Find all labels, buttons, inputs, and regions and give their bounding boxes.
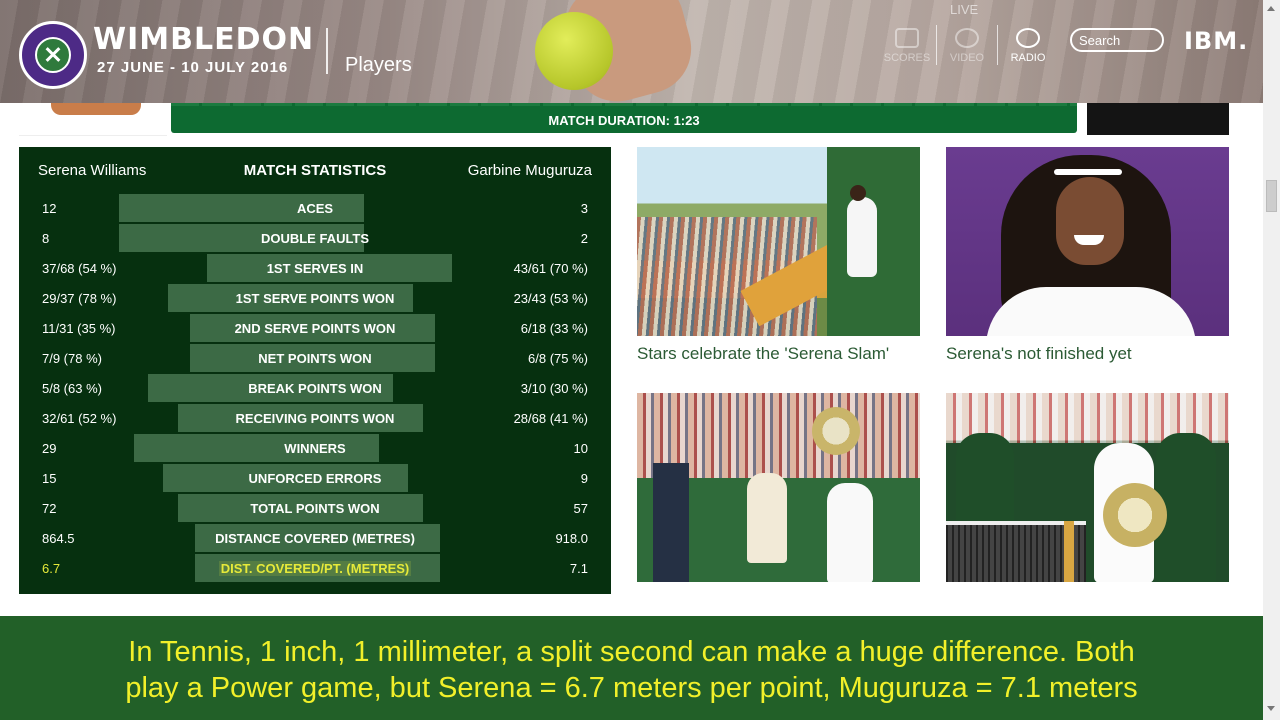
stat-row: 7/9 (78 %) NET POINTS WON 6/8 (75 %) bbox=[19, 344, 611, 372]
stat-row: 11/31 (35 %) 2ND SERVE POINTS WON 6/18 (33… bbox=[19, 314, 611, 342]
article-caption-serena-slam[interactable]: Stars celebrate the 'Serena Slam' bbox=[637, 344, 920, 364]
stat-label: DIST. COVERED/PT. (METRES) bbox=[218, 561, 412, 576]
nav-separator bbox=[997, 25, 998, 65]
player2-stat-value: 918.0 bbox=[555, 531, 588, 546]
subtitle-line-1: In Tennis, 1 inch, 1 millimeter, a split… bbox=[128, 636, 1135, 668]
player2-stat-value: 9 bbox=[580, 471, 588, 486]
stat-label: DISTANCE COVERED (METRES) bbox=[215, 531, 415, 546]
player2-stat-value: 2 bbox=[580, 231, 588, 246]
stat-label: BREAK POINTS WON bbox=[248, 381, 382, 396]
player2-stat-value: 3/10 (30 %) bbox=[520, 381, 588, 396]
video-thumbnail[interactable] bbox=[1087, 103, 1229, 135]
radio-icon bbox=[1016, 28, 1040, 48]
player2-stat-value: 7.1 bbox=[569, 561, 588, 576]
championships-logo-icon[interactable] bbox=[19, 21, 87, 89]
video-subtitle-band: In Tennis, 1 inch, 1 millimeter, a split… bbox=[0, 616, 1263, 720]
stat-row: 6.7 DIST. COVERED/PT. (METRES) 7.1 bbox=[19, 554, 611, 582]
player2-stat-value: 6/8 (75 %) bbox=[528, 351, 588, 366]
match-statistics-panel: Serena Williams MATCH STATISTICS Garbine… bbox=[19, 147, 611, 594]
nav-video[interactable]: VIDEO bbox=[943, 28, 991, 64]
player2-stat-value: 3 bbox=[580, 201, 588, 216]
stat-label: RECEIVING POINTS WON bbox=[235, 411, 395, 426]
stat-row: 29/37 (78 %) 1ST SERVE POINTS WON 23/43 (5… bbox=[19, 284, 611, 312]
stat-label: TOTAL POINTS WON bbox=[250, 501, 380, 516]
player2-stat-value: 43/61 (70 %) bbox=[513, 261, 588, 276]
scroll-down-icon[interactable] bbox=[1267, 706, 1275, 711]
player2-stat-value: 10 bbox=[573, 441, 588, 456]
stat-label: WINNERS bbox=[284, 441, 346, 456]
stat-label: 1ST SERVES IN bbox=[266, 261, 364, 276]
stat-row: 37/68 (54 %) 1ST SERVES IN 43/61 (70 %) bbox=[19, 254, 611, 282]
header-divider bbox=[326, 28, 328, 74]
live-label: LIVE bbox=[950, 2, 979, 17]
stat-row: 8 DOUBLE FAULTS 2 bbox=[19, 224, 611, 252]
stat-row: 864.5 DISTANCE COVERED (METRES) 918.0 bbox=[19, 524, 611, 552]
match-duration-bar: MATCH DURATION: 1:23 bbox=[171, 103, 1077, 133]
scoreboard-icon bbox=[895, 28, 919, 48]
stat-label: 1ST SERVE POINTS WON bbox=[235, 291, 395, 306]
player2-stat-value: 57 bbox=[573, 501, 588, 516]
nav-radio-label: RADIO bbox=[1010, 52, 1046, 64]
stat-label: UNFORCED ERRORS bbox=[248, 471, 382, 486]
product-thumbnail[interactable] bbox=[19, 103, 167, 136]
tournament-dates: 27 JUNE - 10 JULY 2016 bbox=[97, 59, 289, 76]
stat-row: 32/61 (52 %) RECEIVING POINTS WON 28/68 (4… bbox=[19, 404, 611, 432]
stat-row: 29 WINNERS 10 bbox=[19, 434, 611, 462]
stat-row: 72 TOTAL POINTS WON 57 bbox=[19, 494, 611, 522]
scroll-up-icon[interactable] bbox=[1267, 6, 1275, 11]
search-input[interactable]: Search bbox=[1070, 28, 1164, 52]
stat-label: 2ND SERVE POINTS WON bbox=[234, 321, 396, 336]
subtitle-line-2: play a Power game, but Serena = 6.7 mete… bbox=[125, 672, 1138, 704]
stat-row: 15 UNFORCED ERRORS 9 bbox=[19, 464, 611, 492]
stat-row: 12 ACES 3 bbox=[19, 194, 611, 222]
sponsor-logo[interactable]: IBM. bbox=[1184, 27, 1248, 55]
site-header: WIMBLEDON 27 JUNE - 10 JULY 2016 Players… bbox=[0, 0, 1263, 103]
site-brand[interactable]: WIMBLEDON bbox=[93, 22, 314, 57]
stat-label: DOUBLE FAULTS bbox=[260, 231, 370, 246]
stat-label: ACES bbox=[296, 201, 334, 216]
nav-separator bbox=[936, 25, 937, 65]
article-caption-not-finished[interactable]: Serena's not finished yet bbox=[946, 344, 1229, 364]
nav-scores[interactable]: SCORES bbox=[880, 28, 934, 64]
stat-label: NET POINTS WON bbox=[258, 351, 372, 366]
nav-radio[interactable]: RADIO bbox=[1004, 28, 1052, 64]
match-duration: MATCH DURATION: 1:23 bbox=[548, 113, 700, 128]
section-title[interactable]: Players bbox=[345, 54, 412, 77]
nav-video-label: VIDEO bbox=[949, 52, 985, 64]
player2-stat-value: 23/43 (53 %) bbox=[513, 291, 588, 306]
page-scrollbar[interactable] bbox=[1263, 0, 1280, 720]
article-image-trophy-celebration[interactable] bbox=[637, 393, 920, 582]
player2-name: Garbine Muguruza bbox=[467, 162, 592, 179]
stat-row: 5/8 (63 %) BREAK POINTS WON 3/10 (30 %) bbox=[19, 374, 611, 402]
player2-stat-value: 6/18 (33 %) bbox=[520, 321, 588, 336]
article-image-trophy-net[interactable] bbox=[946, 393, 1229, 582]
tennis-ball-image bbox=[535, 12, 613, 90]
nav-scores-label: SCORES bbox=[883, 52, 931, 64]
article-image-serena-slam[interactable] bbox=[637, 147, 920, 336]
article-image-serena-portrait[interactable] bbox=[946, 147, 1229, 336]
scroll-thumb[interactable] bbox=[1266, 180, 1277, 212]
play-icon bbox=[955, 28, 979, 48]
player2-stat-value: 28/68 (41 %) bbox=[513, 411, 588, 426]
